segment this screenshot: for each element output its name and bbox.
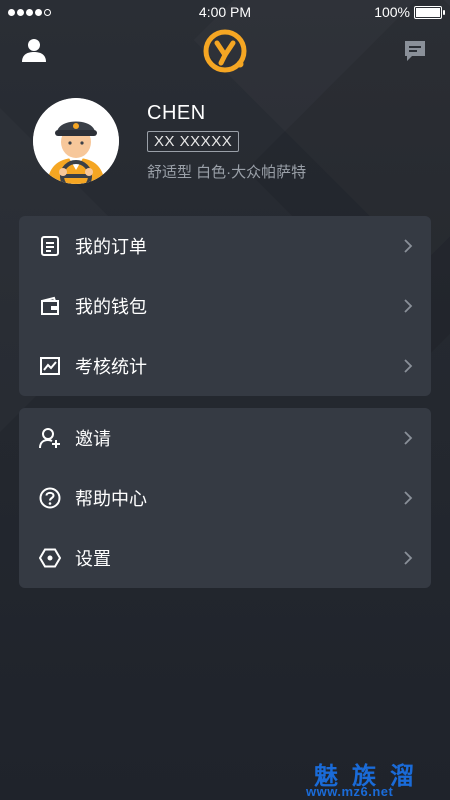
stats-icon — [40, 357, 60, 375]
invite-icon — [39, 428, 60, 449]
battery-indicator: 100% — [374, 4, 445, 20]
menu-item-label: 设置 — [75, 549, 111, 569]
menu-item-wallet[interactable]: 我的钱包 — [19, 276, 431, 336]
driver-profile: CHEN XX XXXXX 舒适型 白色·大众帕萨特 — [33, 98, 433, 188]
license-plate: XX XXXXX — [147, 131, 240, 152]
chevron-right-icon — [404, 239, 413, 253]
order-icon — [41, 236, 59, 256]
menu-group-secondary: 邀请 帮助中心 设置 — [19, 408, 431, 588]
menu-item-help[interactable]: 帮助中心 — [19, 468, 431, 528]
driver-name: CHEN — [147, 102, 206, 124]
menu-item-label: 我的钱包 — [75, 297, 147, 317]
user-icon[interactable] — [20, 36, 48, 64]
message-icon[interactable] — [402, 38, 428, 64]
battery-percent: 100% — [374, 4, 410, 20]
chevron-right-icon — [404, 359, 413, 373]
chevron-right-icon — [404, 551, 413, 565]
menu-item-stats[interactable]: 考核统计 — [19, 336, 431, 396]
wallet-icon — [41, 296, 59, 315]
driver-avatar-icon — [33, 98, 119, 184]
menu-item-label: 我的订单 — [75, 237, 147, 257]
app-logo-icon — [203, 29, 247, 73]
menu-item-label: 邀请 — [75, 429, 111, 449]
chevron-right-icon — [404, 491, 413, 505]
avatar[interactable] — [33, 98, 119, 184]
signal-icon — [8, 8, 51, 16]
screen: 4:00 PM 100% CHEN XX XXXXX 舒适型 白色·大众帕萨特 … — [0, 0, 450, 800]
menu-item-settings[interactable]: 设置 — [19, 528, 431, 588]
menu-item-orders[interactable]: 我的订单 — [19, 216, 431, 276]
chevron-right-icon — [404, 431, 413, 445]
menu-item-label: 考核统计 — [75, 357, 147, 377]
menu-item-invite[interactable]: 邀请 — [19, 408, 431, 468]
menu-group-main: 我的订单 我的钱包 考核统计 — [19, 216, 431, 396]
top-nav — [0, 26, 450, 76]
battery-icon — [414, 5, 445, 19]
menu-item-label: 帮助中心 — [75, 489, 147, 509]
chevron-right-icon — [404, 299, 413, 313]
settings-icon — [39, 548, 61, 568]
car-info: 舒适型 白色·大众帕萨特 — [147, 164, 307, 181]
status-bar: 4:00 PM 100% — [0, 0, 450, 24]
watermark: 魅族溜 www.mz6.net — [300, 756, 450, 800]
help-icon — [39, 487, 61, 509]
watermark-url: www.mz6.net — [306, 784, 394, 799]
